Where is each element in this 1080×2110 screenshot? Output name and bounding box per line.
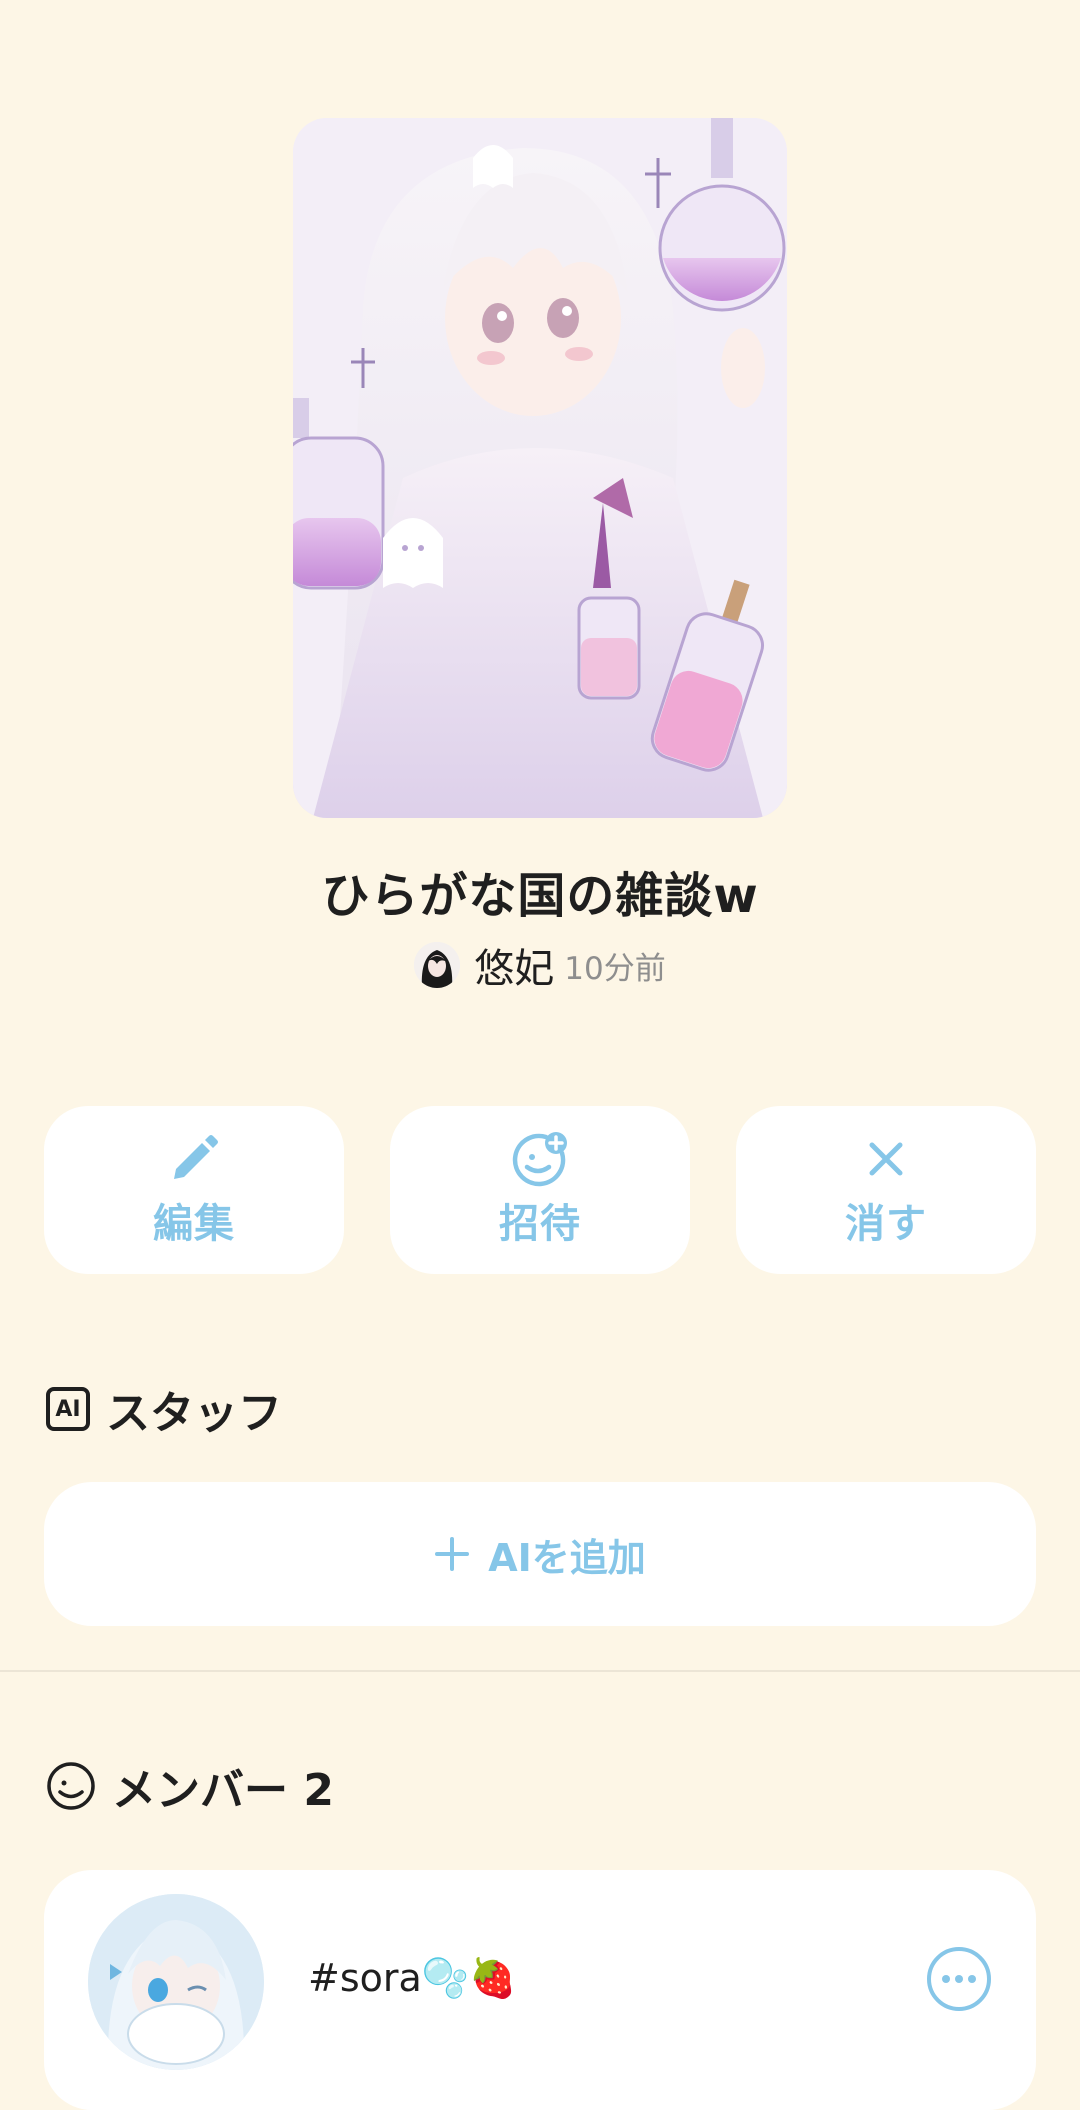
invite-label: 招待 (499, 1201, 581, 1247)
close-icon (869, 1142, 903, 1176)
member-avatar[interactable] (88, 1894, 264, 2070)
staff-section-header: AI スタッフ (46, 1381, 282, 1439)
author-name[interactable]: 悠妃 (474, 936, 554, 994)
edit-button[interactable]: 編集 (44, 1106, 344, 1274)
author-row[interactable]: 悠妃 10分前 (0, 940, 1080, 992)
pencil-icon (174, 1135, 218, 1179)
delete-label: 消す (845, 1201, 927, 1247)
action-buttons: 編集 招待 消す (44, 1106, 1036, 1274)
post-time: 10分前 (564, 950, 666, 987)
add-ai-button[interactable]: AIを追加 (44, 1482, 1036, 1626)
author-avatar[interactable] (414, 942, 461, 988)
ai-badge-icon: AI (46, 1387, 90, 1431)
smiley-face-icon (47, 1762, 95, 1810)
staff-section-title: スタッフ (106, 1388, 282, 1439)
edit-label: 編集 (153, 1201, 235, 1247)
add-ai-label: AIを追加 (488, 1535, 646, 1580)
room-title: ひらがな国の雑談w (321, 868, 759, 924)
more-options-icon[interactable] (926, 1946, 992, 2012)
delete-button[interactable]: 消す (736, 1106, 1036, 1274)
member-name[interactable]: #sora🫧🍓 (308, 1956, 516, 2001)
members-section-title: メンバー 2 (112, 1765, 334, 1816)
members-section-header: メンバー 2 (46, 1758, 334, 1816)
member-list-item[interactable]: #sora🫧🍓 (44, 1870, 1036, 2110)
face-plus-icon (512, 1132, 567, 1187)
plus-icon (435, 1537, 470, 1571)
invite-button[interactable]: 招待 (390, 1106, 690, 1274)
section-divider (0, 1670, 1080, 1672)
room-cover-image[interactable] (293, 118, 787, 818)
